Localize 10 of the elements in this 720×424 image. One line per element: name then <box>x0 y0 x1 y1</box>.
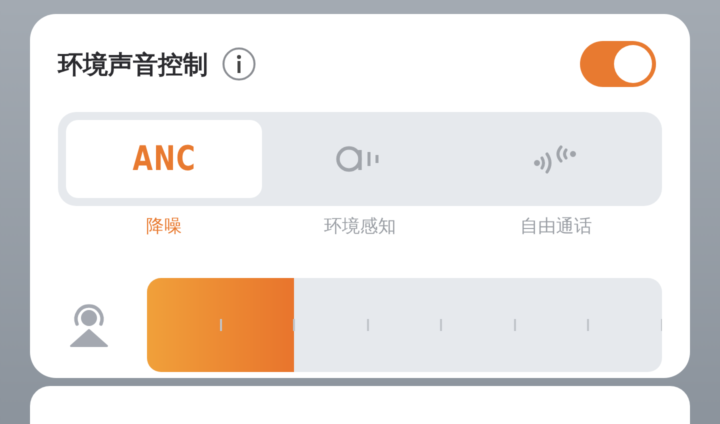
mode-option[interactable]: ANC <box>66 120 262 198</box>
info-icon[interactable] <box>222 47 256 81</box>
mode-label: 降噪 <box>146 215 182 238</box>
level-slider[interactable] <box>147 278 662 372</box>
mode-label: 自由通话 <box>520 215 592 238</box>
toggle-switch[interactable] <box>580 41 656 87</box>
mode-label: 环境感知 <box>324 215 396 238</box>
panel-title: 环境声音控制 <box>58 48 208 80</box>
anc-logo-text: ANC <box>132 139 196 179</box>
person-icon <box>69 302 109 348</box>
